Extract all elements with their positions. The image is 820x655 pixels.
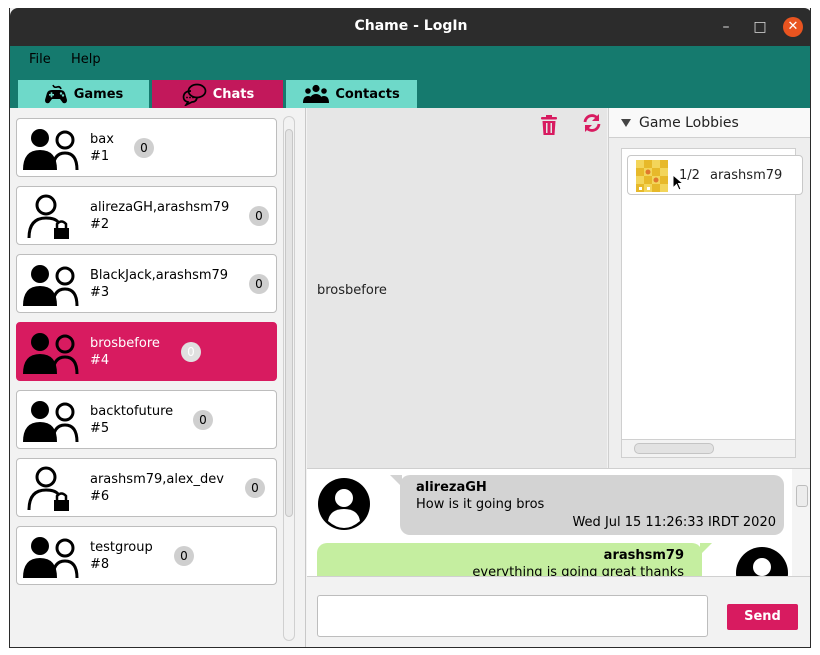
close-button[interactable]: ✕ bbox=[783, 17, 803, 37]
outgoing-message: arashsm79 everything is going great than… bbox=[317, 543, 712, 576]
chat-name: testgroup bbox=[90, 540, 153, 555]
message-scrollbar[interactable] bbox=[792, 469, 810, 576]
chat-name: brosbefore bbox=[90, 336, 160, 351]
message-sender: arashsm79 bbox=[603, 548, 684, 563]
group-icon bbox=[23, 129, 79, 171]
chat-number: #6 bbox=[90, 489, 110, 504]
user-avatar-icon bbox=[318, 478, 370, 530]
chat-item[interactable]: testgroup #8 0 bbox=[16, 526, 277, 585]
refresh-icon[interactable] bbox=[581, 112, 603, 134]
group-icon bbox=[23, 537, 79, 579]
message-time: Wed Jul 15 11:26:33 IRDT 2020 bbox=[572, 515, 776, 530]
chat-item-selected[interactable]: brosbefore #4 0 bbox=[16, 322, 277, 381]
unread-badge: 0 bbox=[249, 274, 269, 294]
message-text: How is it going bros bbox=[416, 497, 545, 512]
chat-bubbles-icon bbox=[181, 82, 207, 106]
tab-chats[interactable]: Chats bbox=[152, 80, 283, 108]
chat-number: #8 bbox=[90, 557, 110, 572]
chat-info-panel: brosbefore bbox=[307, 108, 607, 468]
chat-list-scroll-thumb[interactable] bbox=[285, 129, 293, 517]
chat-item[interactable]: arashsm79,alex_dev #6 0 bbox=[16, 458, 277, 517]
game-lobbies-panel: Game Lobbies 1/2 arashsm79 bbox=[608, 108, 810, 468]
window-title: Chame - LogIn bbox=[354, 18, 468, 34]
message-text: everything is going great thanks bbox=[472, 565, 684, 576]
menu-help[interactable]: Help bbox=[71, 52, 101, 67]
chat-item[interactable]: backtofuture #5 0 bbox=[16, 390, 277, 449]
group-icon bbox=[23, 265, 79, 307]
game-lobbies-title: Game Lobbies bbox=[639, 115, 739, 131]
game-lobbies-header[interactable]: Game Lobbies bbox=[609, 108, 810, 138]
user-avatar-icon bbox=[736, 547, 788, 576]
message-scroll-thumb[interactable] bbox=[796, 485, 808, 507]
chat-item[interactable]: alirezaGH,arashsm79 #2 0 bbox=[16, 186, 277, 245]
incoming-message: alirezaGH How is it going bros Wed Jul 1… bbox=[390, 475, 784, 535]
chat-number: #3 bbox=[90, 285, 110, 300]
lobby-owner: arashsm79 bbox=[710, 168, 783, 183]
send-button[interactable]: Send bbox=[727, 604, 798, 630]
chat-name: arashsm79,alex_dev bbox=[90, 472, 224, 487]
tab-games-label: Games bbox=[73, 86, 124, 102]
message-input[interactable] bbox=[317, 595, 708, 637]
maximize-button[interactable]: □ bbox=[750, 17, 770, 37]
game-board-icon bbox=[636, 160, 668, 192]
gamepad-icon bbox=[44, 83, 68, 105]
chat-name: alirezaGH,arashsm79 bbox=[90, 200, 230, 215]
unread-badge: 0 bbox=[181, 342, 201, 362]
lobby-item[interactable]: 1/2 arashsm79 bbox=[627, 155, 803, 195]
lobby-horizontal-scrollbar[interactable] bbox=[622, 439, 795, 457]
selected-group-name: brosbefore bbox=[317, 283, 387, 298]
chat-name: bax bbox=[90, 132, 114, 147]
message-area: alirezaGH How is it going bros Wed Jul 1… bbox=[307, 468, 810, 576]
message-composer: Send bbox=[307, 576, 810, 647]
minimize-button[interactable]: – bbox=[716, 17, 736, 37]
trash-icon[interactable] bbox=[538, 114, 560, 136]
lobby-list: 1/2 arashsm79 bbox=[621, 148, 803, 458]
unread-badge: 0 bbox=[174, 546, 194, 566]
private-user-icon bbox=[27, 194, 69, 239]
title-bar: Chame - LogIn – □ ✕ bbox=[10, 8, 810, 46]
group-icon bbox=[23, 401, 79, 443]
app-window: Chame - LogIn – □ ✕ File Help Games Chat… bbox=[9, 8, 811, 648]
group-icon bbox=[23, 333, 79, 375]
chat-item[interactable]: BlackJack,arashsm79 #3 0 bbox=[16, 254, 277, 313]
contacts-people-icon bbox=[303, 84, 330, 104]
tab-strip: Games Chats Contacts bbox=[10, 72, 810, 108]
chat-name: backtofuture bbox=[90, 404, 174, 419]
chat-number: #4 bbox=[90, 353, 110, 368]
tab-contacts[interactable]: Contacts bbox=[286, 80, 417, 108]
lobby-scroll-thumb[interactable] bbox=[634, 443, 714, 454]
tab-contacts-label: Contacts bbox=[335, 86, 400, 102]
tab-games[interactable]: Games bbox=[18, 80, 149, 108]
unread-badge: 0 bbox=[249, 206, 269, 226]
chat-number: #2 bbox=[90, 217, 110, 232]
menu-bar: File Help bbox=[10, 46, 810, 72]
unread-badge: 0 bbox=[193, 410, 213, 430]
chat-list-panel: bax #1 0 alirezaGH,arashsm79 #2 0 BlackJ… bbox=[10, 108, 306, 647]
private-user-icon bbox=[27, 466, 69, 511]
chat-item[interactable]: bax #1 0 bbox=[16, 118, 277, 177]
collapse-arrow-icon bbox=[621, 119, 631, 127]
chat-list-scrollbar[interactable] bbox=[283, 116, 295, 641]
unread-badge: 0 bbox=[245, 478, 265, 498]
unread-badge: 0 bbox=[134, 138, 154, 158]
message-sender: alirezaGH bbox=[416, 480, 487, 495]
chat-number: #5 bbox=[90, 421, 110, 436]
menu-file[interactable]: File bbox=[29, 52, 51, 67]
tab-chats-label: Chats bbox=[212, 86, 255, 102]
chat-number: #1 bbox=[90, 149, 110, 164]
mouse-cursor-icon bbox=[672, 174, 684, 191]
chat-name: BlackJack,arashsm79 bbox=[90, 268, 229, 283]
